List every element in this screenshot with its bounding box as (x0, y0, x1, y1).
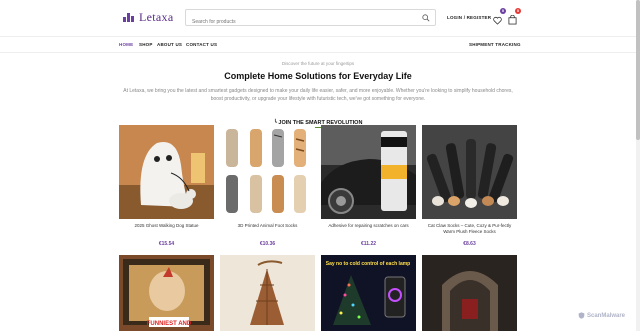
product-card[interactable]: Say no to cold control of each lamp (321, 255, 416, 331)
product-title[interactable]: Cat Claw Socks – Cute, Cozy & Pur-fectly… (422, 223, 517, 235)
search-icon[interactable] (422, 14, 430, 22)
product-image-car-scratch[interactable] (321, 125, 416, 219)
product-title[interactable]: 2025 Ghost Walking Dog Statue (119, 223, 214, 229)
main-nav: HOME SHOP ABOUT US CONTACT US SHIPMENT T… (0, 36, 640, 53)
site-header: Letaxa LOGIN / REGISTER 0 0 (0, 0, 640, 36)
hero-headline: Complete Home Solutions for Everyday Lif… (224, 71, 412, 81)
product-card[interactable]: Adhesive for repairing scratches on cars… (321, 125, 416, 247)
nav-contact-us[interactable]: CONTACT US (186, 42, 217, 47)
shield-icon (578, 312, 585, 319)
nav-about-us[interactable]: ABOUT US (157, 42, 182, 47)
brand-logo[interactable]: Letaxa (123, 10, 173, 25)
nav-home[interactable]: HOME (119, 42, 133, 47)
logo-icon (123, 13, 136, 22)
hero-tagline: Discover the future at your fingertips (281, 61, 355, 66)
product-image-cat-claw-socks[interactable] (422, 125, 517, 219)
cart-count-badge: 0 (515, 8, 521, 14)
brand-name: Letaxa (139, 10, 174, 24)
product-card[interactable]: FUNNIEST AND (119, 255, 214, 331)
product-image-wooden-tree[interactable] (220, 255, 315, 331)
heart-icon (493, 16, 502, 25)
product-card[interactable] (422, 255, 517, 331)
product-image-funny-chicken[interactable]: FUNNIEST AND (119, 255, 214, 331)
search-input[interactable] (186, 14, 406, 30)
wishlist-button[interactable]: 0 (493, 8, 506, 25)
product-title[interactable]: Adhesive for repairing scratches on cars (321, 223, 416, 229)
cta-container: ╰ JOIN THE SMART REVOLUTION (0, 111, 636, 129)
product-image-ghost-dog[interactable] (119, 125, 214, 219)
image-caption: Say no to cold control of each lamp (326, 261, 410, 267)
page-scrollbar[interactable] (636, 0, 640, 331)
product-price: €8.63 (463, 241, 476, 247)
product-card[interactable]: 2025 Ghost Walking Dog Statue €15.54 (119, 125, 214, 247)
login-register-link[interactable]: LOGIN / REGISTER (447, 15, 491, 20)
search-box (185, 9, 436, 30)
scrollbar-thumb[interactable] (636, 0, 640, 140)
cart-bag-icon (508, 14, 517, 25)
nav-shipment-tracking[interactable]: SHIPMENT TRACKING (469, 42, 521, 47)
product-title[interactable]: 3D Printed Animal Foot Socks (220, 223, 315, 229)
watermark-text: ScanMalware (587, 312, 626, 319)
product-card[interactable] (220, 255, 315, 331)
nav-shop[interactable]: SHOP (139, 42, 153, 47)
hero-intro: At Letaxa, we bring you the latest and s… (123, 88, 513, 102)
product-image-animal-socks[interactable] (220, 125, 315, 219)
image-caption: FUNNIEST AND (147, 321, 192, 327)
watermark: ScanMalware (578, 312, 625, 319)
wishlist-count-badge: 0 (500, 8, 506, 14)
product-price: €10.36 (259, 241, 276, 247)
product-image-gothic-decor[interactable] (422, 255, 517, 331)
product-card[interactable]: 3D Printed Animal Foot Socks €10.36 (220, 125, 315, 247)
product-card[interactable]: Cat Claw Socks – Cute, Cozy & Pur-fectly… (422, 125, 517, 247)
product-price: €15.54 (158, 241, 175, 247)
product-price: €11.22 (360, 241, 377, 247)
cart-button[interactable]: 0 (508, 8, 521, 25)
product-image-smart-lights[interactable]: Say no to cold control of each lamp (321, 255, 416, 331)
